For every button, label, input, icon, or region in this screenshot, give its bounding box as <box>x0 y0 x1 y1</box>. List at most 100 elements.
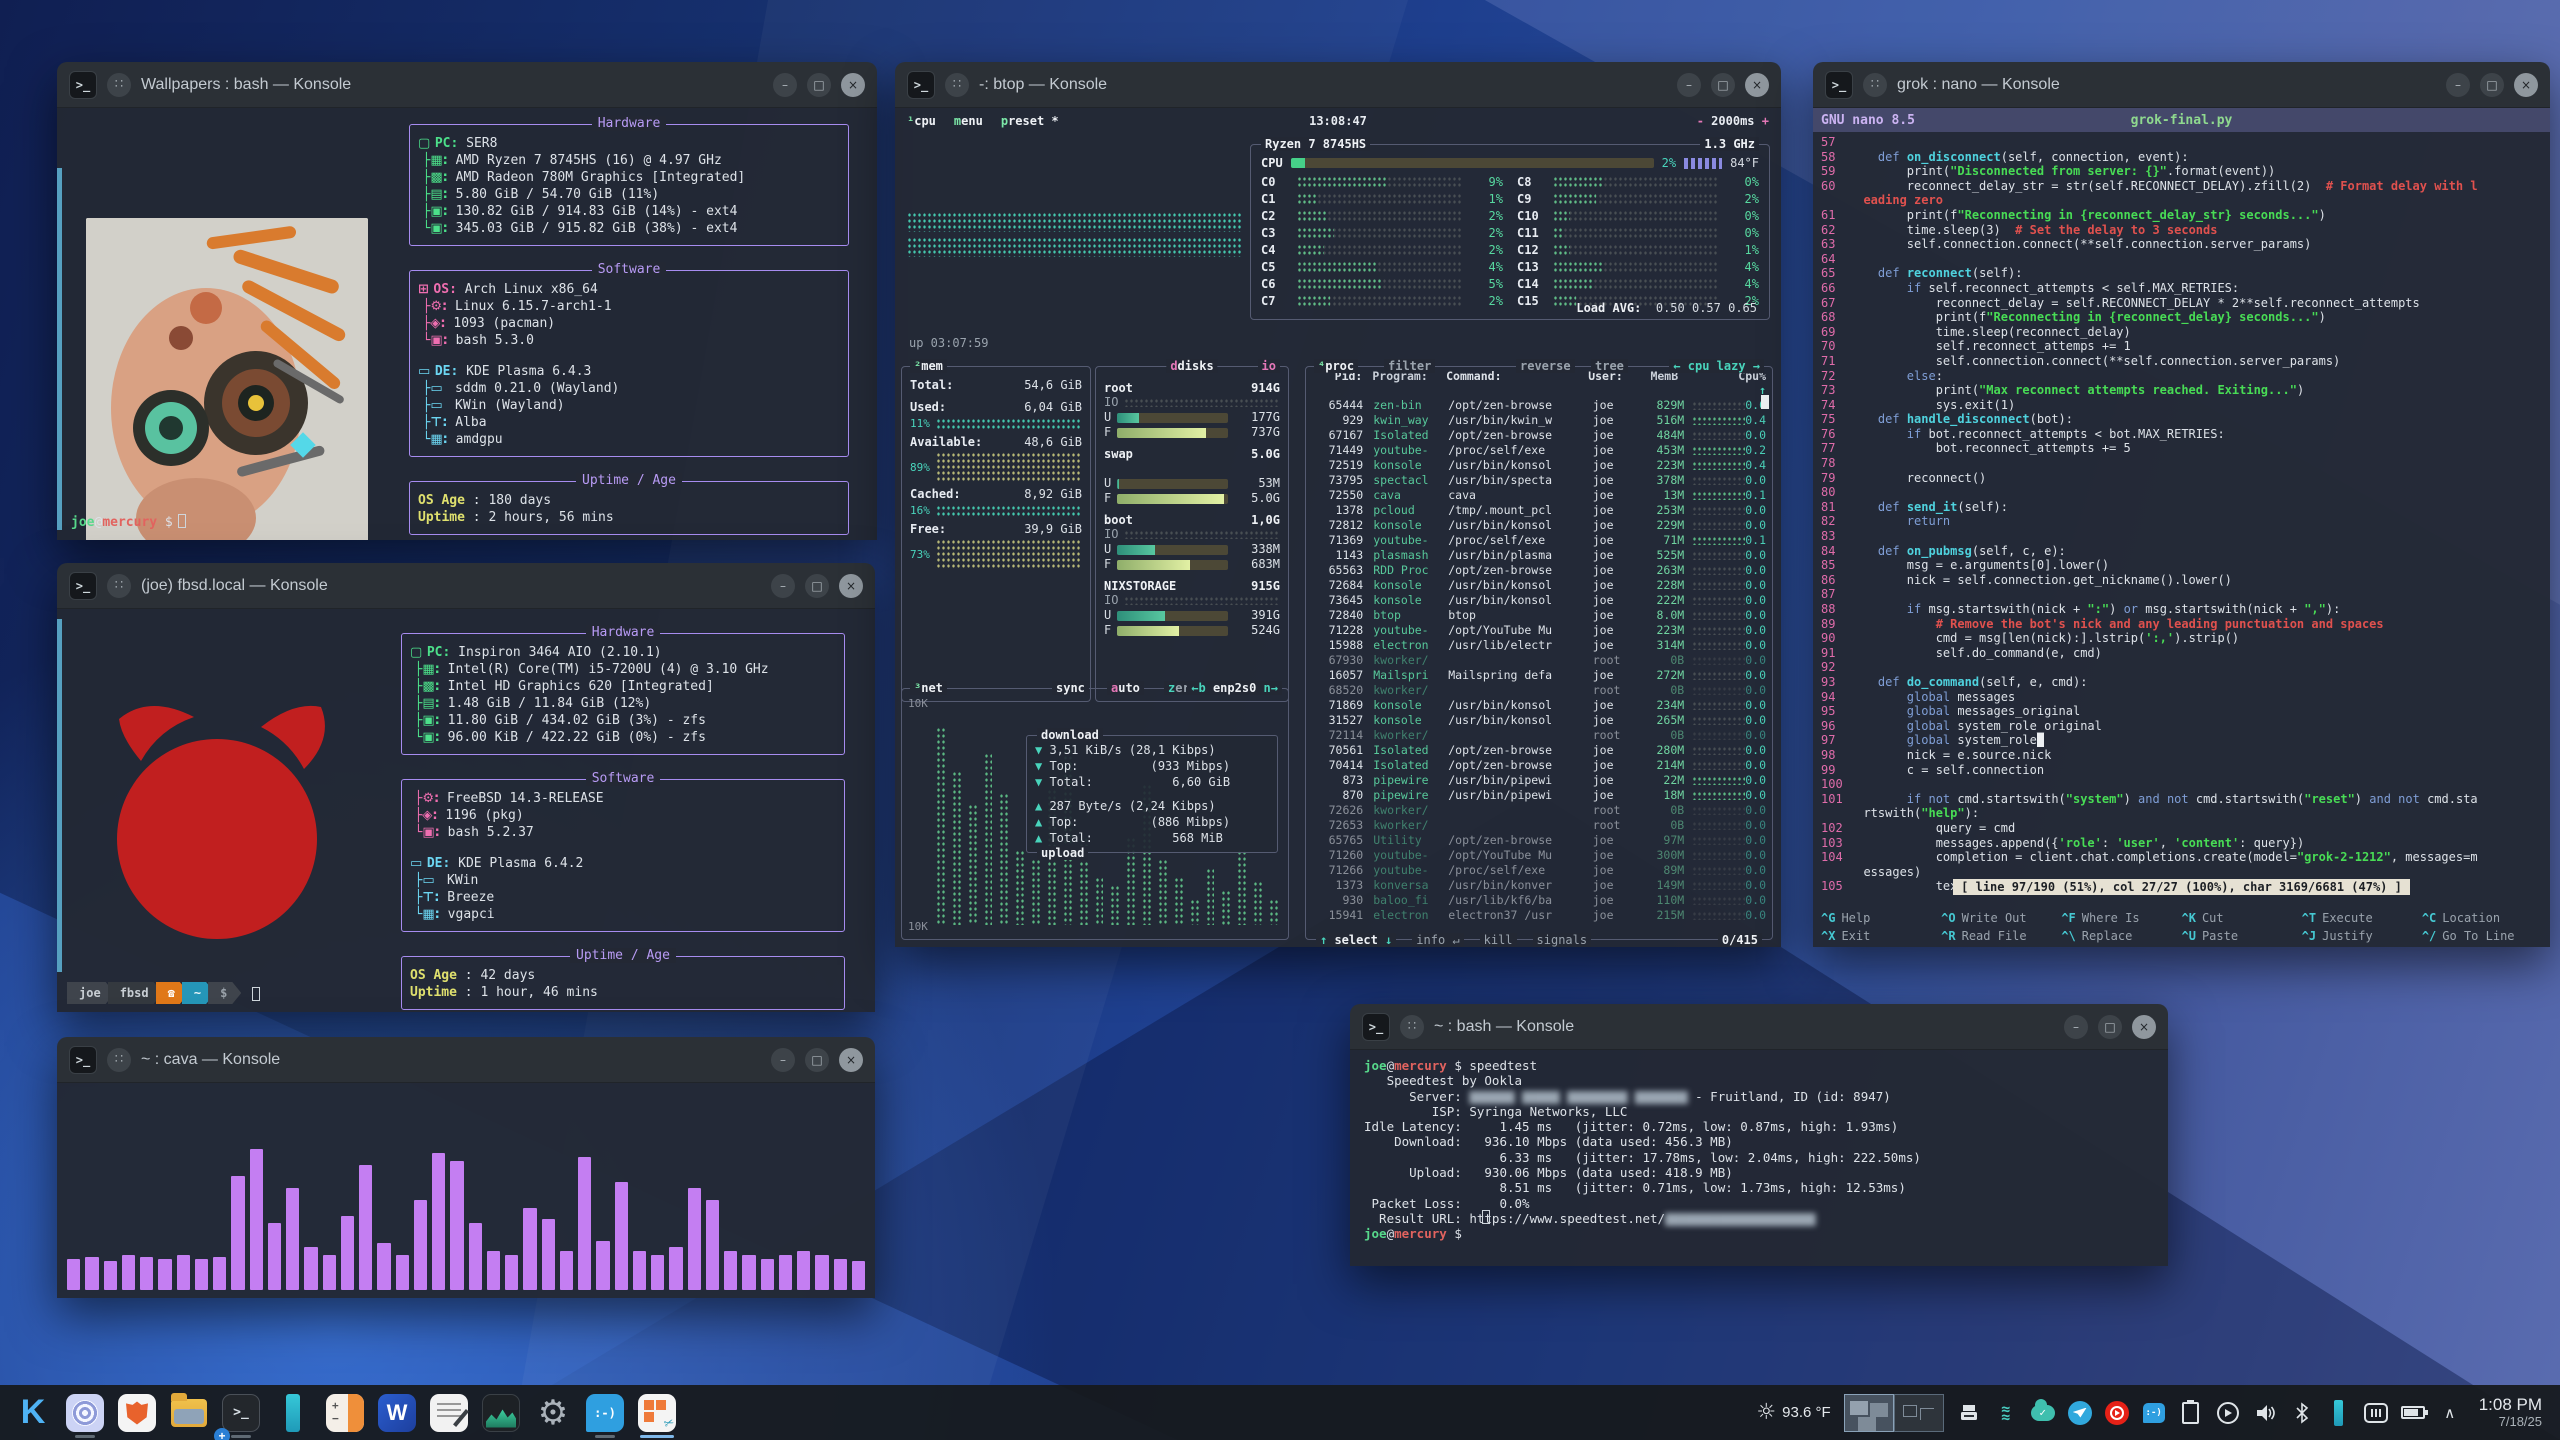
mem-title[interactable]: ²mem <box>910 359 947 373</box>
volume-icon[interactable] <box>2253 1401 2277 1425</box>
window-menu-icon[interactable]: ∷ <box>107 73 131 97</box>
battery-icon[interactable] <box>2401 1401 2425 1425</box>
proc-row[interactable]: 15941 electron electron37 /usr joe 215M … <box>1306 908 1772 923</box>
proc-row[interactable]: 870 pipewire /usr/bin/pipewi joe 18M 0.0 <box>1306 788 1772 803</box>
proc-row[interactable]: 1143 plasmash /usr/bin/plasma joe 525M 0… <box>1306 548 1772 563</box>
virtual-desktop-pager[interactable] <box>1844 1394 1944 1432</box>
proc-row[interactable]: 72812 konsole /usr/bin/konsol joe 229M 0… <box>1306 518 1772 533</box>
youtube-music-icon[interactable] <box>2105 1401 2129 1425</box>
proc-row[interactable]: 65563 RDD Proc /opt/zen-browse joe 263M … <box>1306 563 1772 578</box>
touchpad-icon[interactable] <box>2364 1401 2388 1425</box>
proc-reverse[interactable]: reverse <box>1516 359 1575 373</box>
proc-row[interactable]: 72114 kworker/ root 0B 0.0 <box>1306 728 1772 743</box>
proc-filter[interactable]: filter <box>1384 359 1435 373</box>
net-sync-toggle[interactable]: sync <box>1052 681 1089 695</box>
proc-row[interactable]: 70561 Isolated /opt/zen-browse joe 280M … <box>1306 743 1772 758</box>
task-brave[interactable] <box>114 1385 160 1440</box>
proc-row[interactable]: 70414 Isolated /opt/zen-browse joe 214M … <box>1306 758 1772 773</box>
proc-row[interactable]: 72626 kworker/ root 0B 0.0 <box>1306 803 1772 818</box>
task-system-monitor[interactable] <box>478 1385 524 1440</box>
clock-widget[interactable]: 1:08 PM 7/18/25 <box>2479 1395 2542 1429</box>
proc-row[interactable]: 31527 konsole /usr/bin/konsol joe 265M 0… <box>1306 713 1772 728</box>
close-button[interactable]: × <box>1745 73 1769 97</box>
disks-io-toggle[interactable]: io <box>1258 359 1280 373</box>
task-kcalc[interactable]: +− <box>322 1385 368 1440</box>
task-zen-browser[interactable] <box>62 1385 108 1440</box>
proc-sort-mode[interactable]: ← cpu lazy → <box>1669 359 1764 373</box>
net-interface[interactable]: ←b enp2s0 n→ <box>1187 681 1282 695</box>
terminal-body[interactable]: joe@mercury $ speedtest Speedtest by Ook… <box>1350 1050 2168 1266</box>
proc-scroll-cursor[interactable] <box>1761 395 1769 409</box>
net-title[interactable]: ³net <box>910 681 947 695</box>
proc-row[interactable]: 71869 konsole /usr/bin/konsol joe 234M 0… <box>1306 698 1772 713</box>
proc-row[interactable]: 65444 zen-bin /opt/zen-browse joe 829M 0… <box>1306 398 1772 413</box>
desktop-1[interactable] <box>1844 1394 1894 1432</box>
desktop-2[interactable] <box>1894 1394 1944 1432</box>
bluetooth-icon[interactable] <box>2290 1401 2314 1425</box>
proc-select[interactable]: ↑ select ↓ <box>1316 933 1396 947</box>
proc-row[interactable]: 72684 konsole /usr/bin/konsol joe 228M 0… <box>1306 578 1772 593</box>
terminal-body[interactable]: ¹cpumenupreset * 13:08:47 - 2000ms + Ryz… <box>895 108 1781 947</box>
nano-code-area[interactable]: 5758 def on_disconnect(self, connection,… <box>1821 135 2546 894</box>
proc-row[interactable]: 73645 konsole /usr/bin/konsol joe 222M 0… <box>1306 593 1772 608</box>
proc-row[interactable]: 71228 youtube- /opt/YouTube Mu joe 223M … <box>1306 623 1772 638</box>
proc-info[interactable]: info ↵ <box>1412 933 1463 947</box>
proc-row[interactable]: 67930 kworker/ root 0B 0.0 <box>1306 653 1772 668</box>
task-color-bar[interactable] <box>270 1385 316 1440</box>
proc-row[interactable]: 1373 konversa /usr/bin/konver joe 149M 0… <box>1306 878 1772 893</box>
media-player-icon[interactable] <box>2216 1401 2240 1425</box>
task-konsole[interactable]: >_+ <box>218 1385 264 1440</box>
weather-widget[interactable]: ☼93.6 °F <box>1756 1400 1830 1425</box>
window-menu-icon[interactable]: ∷ <box>945 73 969 97</box>
minimize-button[interactable]: – <box>2064 1015 2088 1039</box>
proc-row[interactable]: 15988 electron /usr/lib/electr joe 314M … <box>1306 638 1772 653</box>
proc-row[interactable]: 71260 youtube- /opt/YouTube Mu joe 300M … <box>1306 848 1772 863</box>
nextcloud-waves-icon[interactable]: ≈≈ <box>1994 1401 2018 1425</box>
close-button[interactable]: × <box>2132 1015 2156 1039</box>
proc-row[interactable]: 68520 kworker/ root 0B 0.0 <box>1306 683 1772 698</box>
terminal-body[interactable]: GNU nano 8.5 grok-final.py 5758 def on_d… <box>1813 108 2550 947</box>
scroll-indicator[interactable] <box>57 619 62 972</box>
task-spectacle[interactable]: ✂ <box>634 1385 680 1440</box>
proc-row[interactable]: 67167 Isolated /opt/zen-browse joe 484M … <box>1306 428 1772 443</box>
titlebar[interactable]: >_ ∷ grok : nano — Konsole – □ × <box>1813 62 2550 108</box>
proc-kill[interactable]: kill <box>1480 933 1517 947</box>
minimize-button[interactable]: – <box>1677 73 1701 97</box>
proc-row[interactable]: 930 baloo_fi /usr/lib/kf6/ba joe 110M 0.… <box>1306 893 1772 908</box>
proc-title[interactable]: ⁴proc <box>1314 359 1358 373</box>
window-menu-icon[interactable]: ∷ <box>1400 1015 1424 1039</box>
proc-row[interactable]: 65765 Utility /opt/zen-browse joe 97M 0.… <box>1306 833 1772 848</box>
close-button[interactable]: × <box>839 574 863 598</box>
proc-row[interactable]: 72653 kworker/ root 0B 0.0 <box>1306 818 1772 833</box>
terminal-body[interactable]: Hardware ▢ PC: Inspiron 3464 AIO (2.10.1… <box>57 609 875 1012</box>
proc-signals[interactable]: signals <box>1533 933 1592 947</box>
window-menu-icon[interactable]: ∷ <box>107 574 131 598</box>
terminal-body[interactable] <box>57 1083 875 1298</box>
proc-row[interactable]: 1378 pcloud /tmp/.mount_pcl joe 253M 0.0 <box>1306 503 1772 518</box>
task-word[interactable]: W <box>374 1385 420 1440</box>
proc-row[interactable]: 71369 youtube- /proc/self/exe joe 71M 0.… <box>1306 533 1772 548</box>
minimize-button[interactable]: – <box>771 574 795 598</box>
titlebar[interactable]: >_ ∷ Wallpapers : bash — Konsole – □ × <box>57 62 877 108</box>
proc-row[interactable]: 72840 btop btop joe 8.0M 0.0 <box>1306 608 1772 623</box>
konversation-tray-icon[interactable]: :-) <box>2142 1401 2166 1425</box>
task-dolphin[interactable] <box>166 1385 212 1440</box>
maximize-button[interactable]: □ <box>2480 73 2504 97</box>
pcloud-icon[interactable]: ✓ <box>2031 1401 2055 1425</box>
proc-row[interactable]: 929 kwin_way /usr/bin/kwin_w joe 516M 0.… <box>1306 413 1772 428</box>
minimize-button[interactable]: – <box>773 73 797 97</box>
titlebar[interactable]: >_ ∷ -: btop — Konsole – □ × <box>895 62 1781 108</box>
titlebar[interactable]: >_ ∷ (joe) fbsd.local — Konsole – □ × <box>57 563 875 609</box>
window-menu-icon[interactable]: ∷ <box>1863 73 1887 97</box>
maximize-button[interactable]: □ <box>807 73 831 97</box>
proc-row[interactable]: 73795 spectacl /usr/bin/specta joe 378M … <box>1306 473 1772 488</box>
expand-tray-icon[interactable]: ∧ <box>2438 1401 2462 1425</box>
maximize-button[interactable]: □ <box>2098 1015 2122 1039</box>
proc-row[interactable]: 16057 Mailspri Mailspring defa joe 272M … <box>1306 668 1772 683</box>
titlebar[interactable]: >_ ∷ ~ : bash — Konsole – □ × <box>1350 1004 2168 1050</box>
close-button[interactable]: × <box>2514 73 2538 97</box>
window-menu-icon[interactable]: ∷ <box>107 1048 131 1072</box>
app-launcher-kde[interactable]: K <box>10 1385 56 1440</box>
proc-row[interactable]: 72519 konsole /usr/bin/konsol joe 223M 0… <box>1306 458 1772 473</box>
net-auto-toggle[interactable]: auto <box>1107 681 1144 695</box>
